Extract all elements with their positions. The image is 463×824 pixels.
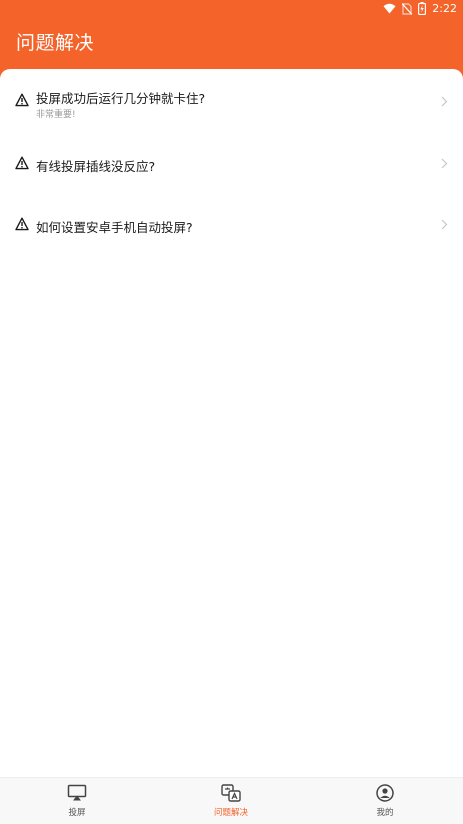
chevron-right-icon: [441, 219, 448, 230]
faq-item-subtitle: 非常重要!: [36, 110, 76, 120]
nav-label: 我的: [376, 808, 394, 818]
chevron-right-icon: [441, 96, 448, 107]
faq-list: 投屏成功后运行几分钟就卡住? 非常重要! 有线投屏插线没反应? 如何设置安卓手机…: [0, 69, 463, 777]
bottom-nav: 投屏 问题解决 我的: [0, 777, 463, 824]
status-time: 2:22: [432, 2, 457, 15]
status-bar: 2:22: [0, 0, 463, 20]
faq-item-1[interactable]: 投屏成功后运行几分钟就卡住? 非常重要!: [0, 88, 463, 138]
page-title: 问题解决: [16, 32, 95, 54]
faq-item-3[interactable]: 如何设置安卓手机自动投屏?: [0, 217, 463, 267]
screen-cast-icon: [67, 784, 87, 801]
battery-charging-icon: [418, 2, 427, 15]
warning-icon: [15, 93, 29, 107]
no-sim-icon: [402, 2, 413, 15]
faq-item-title: 如何设置安卓手机自动投屏?: [36, 220, 193, 235]
faq-item-title: 有线投屏插线没反应?: [36, 159, 156, 174]
faq-item-title: 投屏成功后运行几分钟就卡住?: [36, 91, 206, 106]
nav-item-mine[interactable]: 我的: [308, 778, 462, 824]
warning-icon: [15, 156, 29, 170]
nav-item-cast[interactable]: 投屏: [0, 778, 154, 824]
user-icon: [376, 784, 394, 802]
nav-item-solve[interactable]: 问题解决: [154, 778, 308, 824]
warning-icon: [15, 217, 29, 231]
nav-label: 问题解决: [213, 808, 248, 818]
wifi-icon: [383, 3, 396, 14]
chevron-right-icon: [441, 158, 448, 169]
faq-item-2[interactable]: 有线投屏插线没反应?: [0, 156, 463, 206]
app-header: 问题解决: [0, 20, 463, 70]
translate-solve-icon: [221, 784, 241, 802]
status-icons: 2:22: [383, 2, 457, 15]
nav-label: 投屏: [68, 808, 86, 818]
